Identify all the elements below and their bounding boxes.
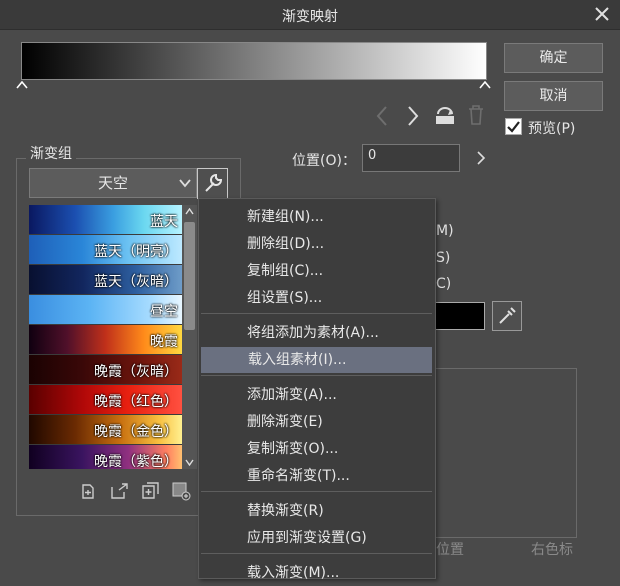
partial-label-m: M) [436, 223, 454, 239]
load-material-icon[interactable] [171, 481, 191, 501]
arrow-right-icon[interactable] [405, 105, 421, 127]
menu-separator [201, 553, 432, 554]
chevron-right-icon[interactable] [476, 151, 486, 165]
gradient-list-item[interactable]: 晚霞（紫色） [29, 445, 182, 469]
gradient-list[interactable]: 蓝天蓝天（明亮） 蓝天（灰暗） 昼空晚霞晚霞（灰暗） 晚霞（红色） 晚霞（金色） 晚霞（紫… [29, 205, 182, 469]
close-icon[interactable] [592, 4, 612, 24]
menu-item[interactable]: 删除渐变(E) [200, 409, 434, 435]
menu-item[interactable]: 组设置(S)... [200, 285, 434, 311]
gradient-preview-bar[interactable] [21, 42, 487, 80]
eyedropper-button[interactable] [492, 301, 522, 331]
title-bar: 渐变映射 [0, 0, 620, 30]
checkmark-icon [507, 121, 520, 133]
dropdown-selected: 天空 [97, 174, 128, 192]
export-gradient-icon[interactable] [110, 481, 130, 501]
cancel-button[interactable]: 取消 [504, 81, 603, 111]
partial-label-c: C) [436, 276, 452, 292]
wrench-icon [205, 173, 223, 192]
menu-separator [201, 491, 432, 492]
add-gradient-icon[interactable] [80, 481, 100, 501]
gradient-group-legend: 渐变组 [26, 143, 76, 163]
gradient-list-item[interactable]: 晚霞（灰暗） [29, 355, 182, 385]
menu-separator [201, 375, 432, 376]
gradient-item-label: 晚霞 [150, 334, 178, 350]
gradient-item-label: 晚霞（红色） [94, 394, 178, 410]
gradient-item-label: 蓝天（明亮） [94, 244, 178, 260]
left-color-stop-icon[interactable] [16, 81, 28, 89]
menu-item[interactable]: 替换渐变(R) [200, 498, 434, 524]
right-color-stop-icon[interactable] [479, 81, 491, 89]
gradient-item-label: 蓝天（灰暗） [94, 274, 178, 290]
menu-item[interactable]: 添加渐变(A)... [200, 382, 434, 408]
dialog-title: 渐变映射 [282, 9, 338, 25]
duplicate-gradient-icon[interactable] [141, 481, 161, 501]
preview-checkbox[interactable] [505, 118, 522, 135]
gradient-item-label: 昼空 [150, 304, 178, 320]
menu-item[interactable]: 复制组(C)... [200, 258, 434, 284]
gradient-list-item[interactable]: 晚霞（金色） [29, 415, 182, 445]
graph-right-color-label: 右色标 [531, 542, 573, 558]
ok-button[interactable]: 确定 [504, 43, 603, 73]
menu-item[interactable]: 重命名渐变(T)... [200, 463, 434, 489]
menu-item[interactable]: 将组添加为素材(A)... [200, 320, 434, 346]
trash-icon[interactable] [467, 104, 485, 126]
menu-item[interactable]: 删除组(D)... [200, 231, 434, 257]
gradient-list-item[interactable]: 晚霞 [29, 325, 182, 355]
menu-item[interactable]: 载入组素材(I)... [201, 347, 432, 373]
wrench-button[interactable] [197, 168, 228, 199]
graph-position-label: 位置 [436, 542, 464, 558]
arrow-left-icon[interactable] [374, 105, 390, 127]
partial-label-s: S) [436, 250, 451, 266]
gradient-list-item[interactable]: 蓝天（灰暗） [29, 265, 182, 295]
position-input[interactable]: 0 [362, 144, 460, 172]
gradient-list-item[interactable]: 蓝天 [29, 205, 182, 235]
menu-item[interactable]: 应用到渐变设置(G) [200, 525, 434, 551]
gradient-list-item[interactable]: 晚霞（红色） [29, 385, 182, 415]
scroll-thumb[interactable] [184, 222, 195, 330]
menu-separator [201, 313, 432, 314]
menu-item[interactable]: 新建组(N)... [200, 204, 434, 230]
scroll-up-icon[interactable] [185, 208, 194, 215]
gradient-list-item[interactable]: 蓝天（明亮） [29, 235, 182, 265]
chevron-down-icon [179, 179, 191, 188]
gradient-item-label: 晚霞（灰暗） [94, 364, 178, 380]
gradient-item-label: 蓝天 [150, 214, 178, 230]
gradient-item-label: 晚霞（金色） [94, 424, 178, 440]
gradient-list-item[interactable]: 昼空 [29, 295, 182, 325]
gradient-item-label: 晚霞（紫色） [94, 454, 178, 469]
context-menu: 新建组(N)... 删除组(D)... 复制组(C)... 组设置(S)... 将组添加… [198, 198, 436, 581]
menu-item[interactable]: 复制渐变(O)... [200, 436, 434, 462]
curve-graph-box[interactable] [420, 368, 577, 538]
scroll-down-icon[interactable] [185, 459, 194, 466]
eyedropper-icon [499, 307, 516, 324]
position-label: 位置(O)： [292, 153, 356, 169]
preview-label: 预览(P) [528, 121, 576, 137]
flip-icon[interactable] [433, 104, 457, 126]
gradient-group-dropdown[interactable]: 天空 [29, 168, 197, 198]
menu-item[interactable]: 载入渐变(M)... [200, 560, 434, 586]
color-swatch[interactable] [428, 302, 485, 330]
